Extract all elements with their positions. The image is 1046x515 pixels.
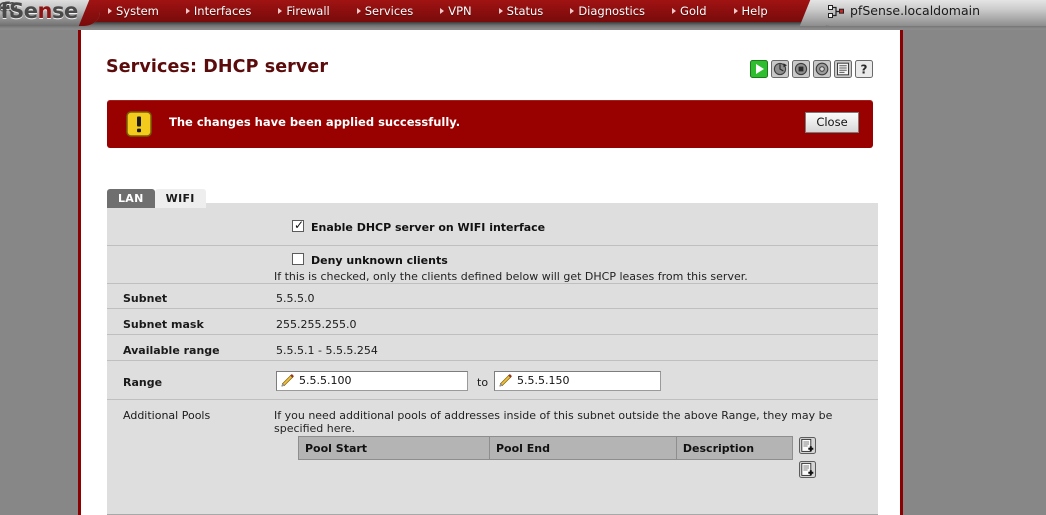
nav-item-vpn[interactable]: VPN (440, 4, 481, 18)
nav-item-firewall[interactable]: Firewall (278, 4, 339, 18)
range-to-input[interactable]: 5.5.5.150 (494, 371, 661, 391)
nav-item-help[interactable]: Help (733, 4, 778, 18)
restart-service-icon[interactable] (813, 60, 831, 78)
warning-icon (126, 111, 152, 137)
chevron-right-icon (672, 8, 677, 14)
range-from-input[interactable]: 5.5.5.100 (276, 371, 468, 391)
subnet-mask-label: Subnet mask (123, 318, 204, 331)
row-deny-unknown: Deny unknown clients If this is checked,… (107, 245, 878, 284)
nav-item-gold[interactable]: Gold (672, 4, 716, 18)
chevron-right-icon (356, 8, 361, 14)
page-title: Services: DHCP server (106, 57, 329, 77)
enable-dhcp-checkbox[interactable]: ✓ (292, 218, 305, 232)
range-label: Range (123, 376, 163, 389)
chevron-right-icon (108, 8, 112, 14)
nav-item-status[interactable]: Status (498, 4, 554, 18)
firewall-icon (828, 5, 844, 18)
nav-item-interfaces[interactable]: Interfaces (185, 4, 261, 18)
chevron-right-icon (570, 8, 575, 14)
add-pool-icon-bottom[interactable] (799, 461, 816, 478)
nav-item-label: Diagnostics (578, 4, 646, 18)
row-subnet-mask: Subnet mask 255.255.255.0 (107, 309, 878, 335)
row-enable-dhcp: ✓ Enable DHCP server on WIFI interface (107, 208, 878, 246)
available-range-label: Available range (123, 344, 220, 357)
add-pool-icon-top[interactable] (799, 437, 816, 454)
nav-item-label: Help (741, 4, 768, 18)
available-range-value: 5.5.5.1 - 5.5.5.254 (276, 344, 378, 357)
pfsense-logo[interactable]: pfSense (0, 0, 100, 26)
start-service-icon[interactable] (750, 60, 768, 78)
main-content-panel: Services: DHCP server ? The changes have… (78, 26, 903, 515)
subnet-value: 5.5.5.0 (276, 292, 315, 305)
nav-item-diagnostics[interactable]: Diagnostics (570, 4, 655, 18)
deny-unknown-description: If this is checked, only the clients def… (274, 270, 748, 283)
chevron-right-icon (278, 8, 283, 14)
logo-pf: pf (0, 0, 10, 23)
tab-lan[interactable]: LAN (107, 189, 155, 208)
chevron-right-icon (733, 8, 738, 14)
nav-item-system[interactable]: System (108, 4, 169, 18)
nav-item-label: Interfaces (193, 4, 252, 18)
nav-item-services[interactable]: Services (356, 4, 424, 18)
pfsense-logo-text: pfSense (0, 0, 78, 23)
table-header-row: Pool Start Pool End Description (298, 436, 794, 460)
hostname-label: pfSense.localdomain (850, 3, 980, 18)
row-additional-pools: Additional Pools If you need additional … (107, 400, 878, 514)
row-available-range: Available range 5.5.5.1 - 5.5.5.254 (107, 335, 878, 361)
stop-service-icon[interactable] (792, 60, 810, 78)
nav-item-label: Status (506, 4, 544, 18)
help-icon[interactable]: ? (855, 60, 873, 78)
alert-close-button[interactable]: Close (805, 112, 859, 133)
row-range: Range 5.5.5.100 to 5.5.5.150 (107, 361, 878, 400)
nav-item-label: Firewall (286, 4, 330, 18)
nav-item-label: VPN (448, 4, 472, 18)
chevron-right-icon (498, 8, 503, 14)
dhcp-settings-form: ✓ Enable DHCP server on WIFI interface D… (107, 208, 878, 515)
interface-tabs: LAN WIFI (107, 189, 878, 208)
logo-sense: Sense (9, 0, 78, 23)
subnet-label: Subnet (123, 292, 168, 305)
svg-text:?: ? (861, 63, 868, 77)
nav-menu: System Interfaces Firewall Services VPN … (108, 0, 795, 22)
restart-dhcp-icon[interactable] (771, 60, 789, 78)
column-pool-start: Pool Start (298, 436, 490, 460)
view-log-icon[interactable] (834, 60, 852, 78)
additional-pools-description: If you need additional pools of addresse… (274, 409, 833, 435)
nav-item-label: Services (364, 4, 414, 18)
chevron-right-icon (185, 8, 190, 14)
column-pool-end: Pool End (488, 436, 677, 460)
additional-pools-table: Pool Start Pool End Description (298, 436, 794, 460)
row-subnet: Subnet 5.5.5.0 (107, 283, 878, 309)
nav-item-label: Gold (680, 4, 707, 18)
chevron-right-icon (440, 8, 445, 14)
additional-pools-label: Additional Pools (123, 409, 211, 422)
hostname-tab-wrapper: pfSense.localdomain (806, 0, 1046, 26)
range-separator: to (477, 376, 489, 389)
deny-unknown-checkbox[interactable] (292, 253, 304, 265)
tab-wifi[interactable]: WIFI (154, 189, 206, 208)
subnet-mask-value: 255.255.255.0 (276, 318, 357, 331)
deny-unknown-label: Deny unknown clients (311, 254, 448, 267)
alert-message: The changes have been applied successful… (169, 115, 461, 129)
check-mark-icon: ✓ (294, 218, 305, 232)
service-status-icons: ? (750, 60, 873, 78)
enable-dhcp-label: Enable DHCP server on WIFI interface (311, 221, 546, 234)
nav-item-label: System (116, 4, 159, 18)
alert-banner: The changes have been applied successful… (107, 100, 873, 148)
column-description: Description (675, 436, 794, 460)
